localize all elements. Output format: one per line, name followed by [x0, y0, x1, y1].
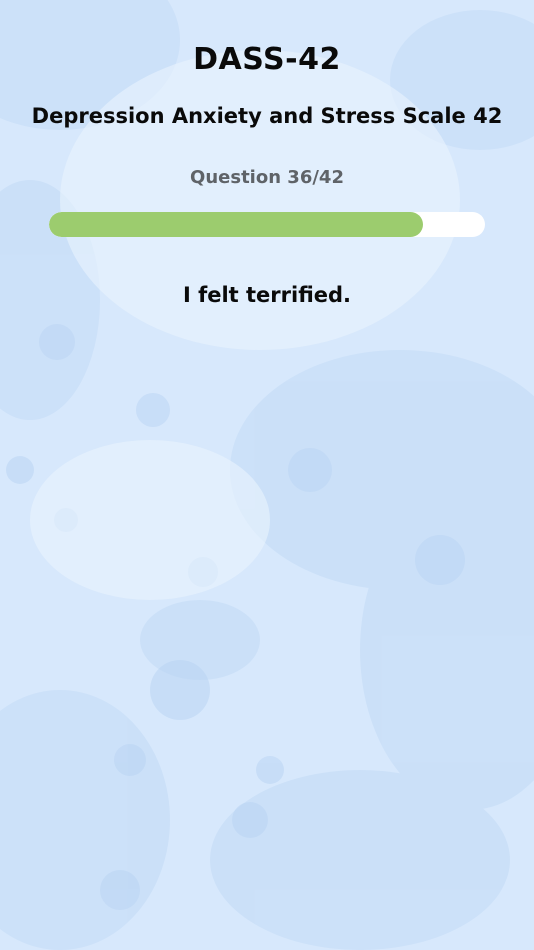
- app-subtitle: Depression Anxiety and Stress Scale 42: [31, 104, 503, 128]
- question-text: I felt terrified.: [182, 283, 352, 307]
- progress-bar-fill: [49, 212, 423, 237]
- app-title: DASS-42: [193, 42, 341, 77]
- progress-bar: [49, 212, 485, 237]
- quiz-screen: DASS-42 Depression Anxiety and Stress Sc…: [0, 0, 534, 950]
- question-counter: Question 36/42: [190, 167, 344, 188]
